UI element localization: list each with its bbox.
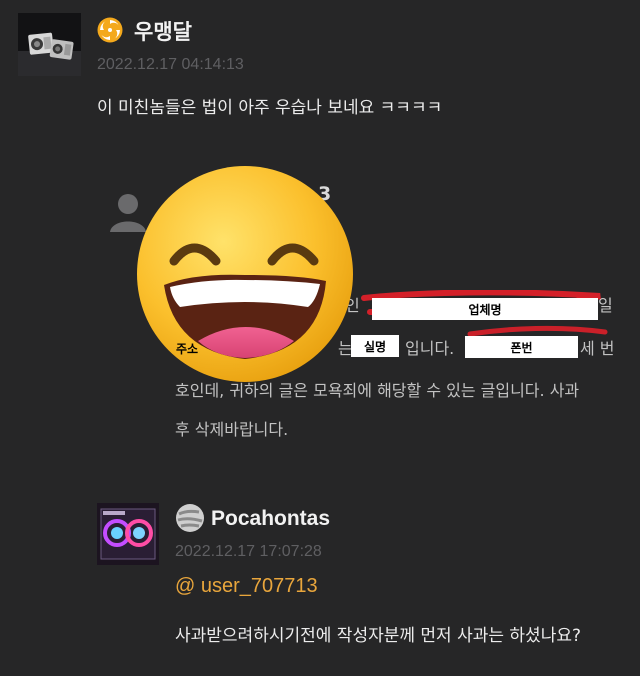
redaction-label: 주소 <box>175 341 199 356</box>
sun-badge-icon <box>97 17 123 43</box>
commenter-username[interactable]: 우맹달 <box>134 16 192 46</box>
redaction-phone: 폰번 <box>465 336 578 358</box>
user-badge <box>97 17 123 47</box>
quoted-text-line: 후 삭제바랍니다. <box>175 420 289 439</box>
redaction-address: 주소 <box>168 338 206 358</box>
redaction-name: 실명 <box>351 335 399 357</box>
mention-link[interactable]: @ user_707713 <box>175 575 318 598</box>
moon-badge-icon <box>175 503 205 537</box>
redaction-label: 폰번 <box>510 340 533 355</box>
redaction-label: 업체명 <box>468 302 502 317</box>
comment-timestamp: 2022.12.17 04:14:13 <box>97 56 244 73</box>
reply-username[interactable]: Pocahontas <box>211 507 330 531</box>
commenter-avatar[interactable] <box>18 13 81 76</box>
reply-avatar[interactable] <box>97 503 159 565</box>
reply-text: 사과받으려하시기전에 작성자분께 먼저 사과는 하셨나요? <box>175 626 581 646</box>
redaction-label: 실명 <box>363 339 387 354</box>
redaction-company: 업체명 <box>372 298 598 320</box>
comment-text: 이 미친놈들은 법이 아주 우습나 보네요 ㅋㅋㅋㅋ <box>97 98 443 118</box>
reply-timestamp: 2022.12.17 17:07:28 <box>175 543 322 560</box>
